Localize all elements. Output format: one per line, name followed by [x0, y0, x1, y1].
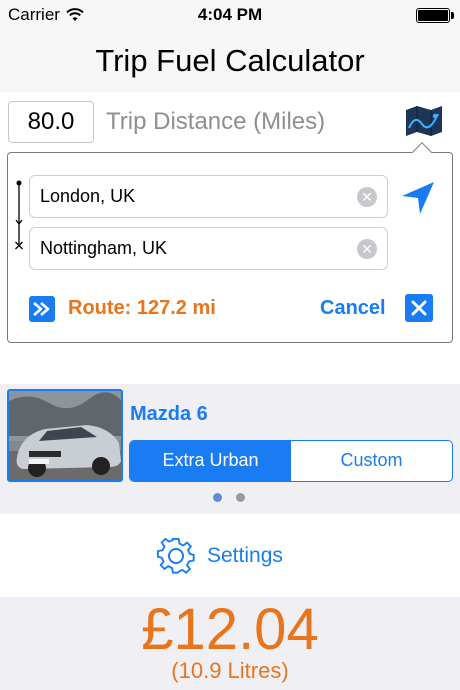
- status-bar: Carrier 4:04 PM: [0, 0, 460, 30]
- mode-segmented-control[interactable]: Extra Urban Custom: [129, 440, 453, 482]
- clear-icon[interactable]: ✕: [357, 187, 377, 207]
- mode-custom[interactable]: Custom: [291, 441, 452, 481]
- page-dot[interactable]: [236, 493, 245, 502]
- page-title: Trip Fuel Calculator: [0, 30, 460, 92]
- location-arrow-icon[interactable]: [398, 178, 438, 218]
- cancel-button[interactable]: Cancel: [320, 297, 386, 320]
- car-name[interactable]: Mazda 6: [130, 403, 208, 426]
- battery-icon: [416, 8, 450, 23]
- to-location-field[interactable]: Nottingham, UK ✕: [29, 227, 388, 270]
- fuel-litres: (10.9 Litres): [171, 658, 289, 683]
- distance-label: Trip Distance (Miles): [106, 108, 326, 135]
- status-time: 4:04 PM: [197, 5, 263, 24]
- clear-icon[interactable]: ✕: [357, 239, 377, 259]
- car-image: [9, 391, 121, 480]
- car-photo[interactable]: [7, 389, 123, 482]
- page-dot-active[interactable]: [213, 493, 222, 502]
- distance-input[interactable]: 80.0: [8, 101, 94, 143]
- route-summary: Route: 127.2 mi: [68, 297, 216, 319]
- settings-label: Settings: [207, 544, 283, 567]
- to-location-text: Nottingham, UK: [40, 238, 168, 258]
- gear-icon: [157, 537, 195, 574]
- from-location-field[interactable]: London, UK ✕: [29, 175, 388, 218]
- fuel-cost: £12.04: [141, 597, 319, 662]
- settings-button[interactable]: Settings: [157, 537, 283, 575]
- mode-extra-urban[interactable]: Extra Urban: [130, 441, 291, 481]
- battery-tip: [451, 12, 454, 19]
- from-location-text: London, UK: [40, 186, 136, 206]
- close-icon[interactable]: [405, 294, 433, 322]
- route-line-icon: [15, 180, 23, 250]
- fast-forward-icon[interactable]: [29, 296, 55, 322]
- map-icon[interactable]: [404, 104, 444, 138]
- page-indicator[interactable]: [213, 493, 245, 502]
